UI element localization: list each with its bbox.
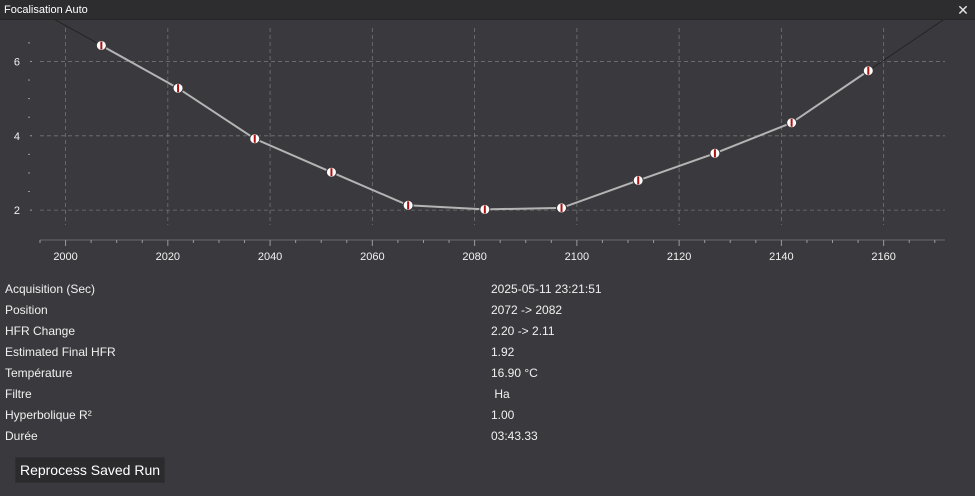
x-tick-label: 2020 (156, 251, 180, 263)
x-tick-label: 2100 (565, 251, 589, 263)
window-title: Focalisation Auto (4, 4, 88, 16)
info-row-position: Position 2072 -> 2082 (0, 301, 975, 321)
y-tick-label: 2 (14, 205, 20, 217)
info-row-r-squared: Hyperbolique R² 1.00 (0, 406, 975, 426)
info-value: 16.90 °C (491, 366, 538, 380)
info-value: 2.20 -> 2.11 (491, 324, 555, 338)
title-bar: Focalisation Auto ✕ (0, 0, 975, 20)
info-label: Température (5, 366, 73, 380)
info-row-filter: Filtre Ha (0, 385, 975, 405)
info-label: Durée (5, 429, 38, 443)
x-tick-label: 2120 (667, 251, 691, 263)
info-row-duration: Durée 03:43.33 (0, 427, 975, 447)
info-row-hfr-change: HFR Change 2.20 -> 2.11 (0, 322, 975, 342)
info-value: 1.92 (491, 345, 515, 359)
close-icon[interactable]: ✕ (955, 2, 971, 18)
info-value: 1.00 (491, 408, 515, 422)
info-value: 2025-05-11 23:21:51 (491, 282, 602, 296)
x-tick-label: 2140 (769, 251, 793, 263)
info-value: 03:43.33 (491, 429, 538, 443)
y-tick-label: 6 (14, 56, 20, 68)
info-value: Ha (491, 387, 510, 401)
info-label: Hyperbolique R² (5, 408, 92, 422)
info-row-temperature: Température 16.90 °C (0, 364, 975, 384)
plot-background (40, 28, 945, 225)
y-tick-label: 4 (14, 131, 20, 143)
chart-svg: 2000 2020 2040 2060 2080 2100 2120 2140 2160 2 4 6 (14, 20, 945, 263)
info-row-estimated-hfr: Estimated Final HFR 1.92 (0, 343, 975, 363)
info-label: HFR Change (5, 324, 76, 338)
info-row-acquisition: Acquisition (Sec) 2025-05-11 23:21:51 (0, 280, 975, 300)
x-tick-label: 2040 (258, 251, 282, 263)
focus-curve-chart: 2000 2020 2040 2060 2080 2100 2120 2140 2160 2 4 6 (0, 20, 975, 275)
x-tick-label: 2160 (871, 251, 895, 263)
reprocess-saved-run-button[interactable]: Reprocess Saved Run (15, 457, 165, 483)
info-label: Acquisition (Sec) (5, 282, 96, 296)
info-label: Position (5, 303, 48, 317)
x-tick-label: 2000 (53, 251, 77, 263)
info-label: Estimated Final HFR (5, 345, 116, 359)
x-tick-label: 2080 (462, 251, 486, 263)
x-tick-label: 2060 (360, 251, 384, 263)
info-label: Filtre (5, 387, 32, 401)
info-value: 2072 -> 2082 (491, 303, 563, 317)
